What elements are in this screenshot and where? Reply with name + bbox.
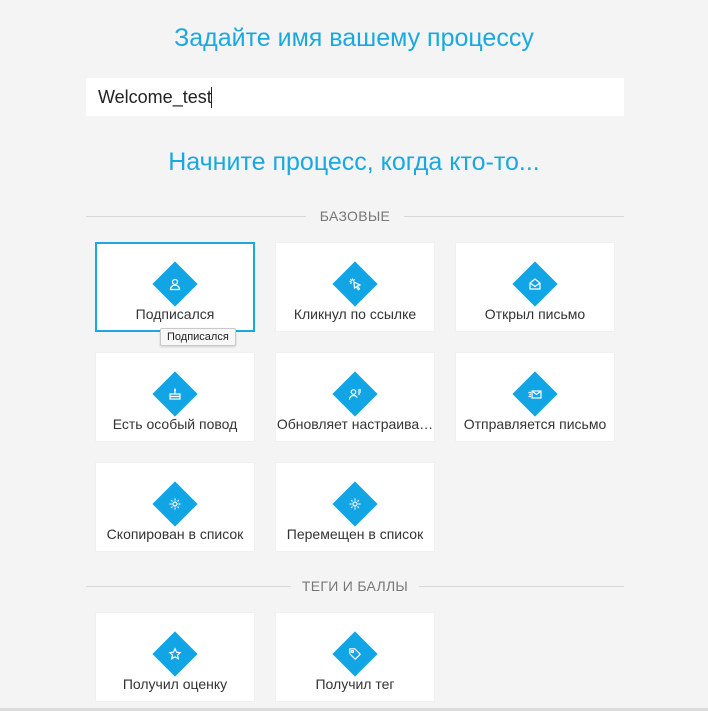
star-icon (96, 640, 254, 668)
trigger-card-link-click[interactable]: Кликнул по ссылке (275, 242, 435, 332)
trigger-label: Получил тег (315, 676, 395, 692)
trigger-label: Подписался (135, 306, 215, 322)
trigger-card-got-tag[interactable]: Получил тег (275, 612, 435, 702)
trigger-label: Есть особый повод (112, 416, 238, 432)
copy-gear-icon (96, 490, 254, 518)
trigger-card-copied-to-list[interactable]: Скопирован в список (95, 462, 255, 552)
trigger-label: Перемещен в список (286, 526, 424, 542)
user-edit-icon (276, 380, 434, 408)
trigger-card-email-sending[interactable]: Отправляется письмо (455, 352, 615, 442)
text-caret (211, 87, 212, 108)
section-header-tags: ТЕГИ И БАЛЛЫ (86, 578, 624, 594)
section-label-tags: ТЕГИ И БАЛЛЫ (301, 578, 409, 594)
start-process-heading: Начните процесс, когда кто-то... (168, 148, 540, 176)
trigger-card-special-occasion[interactable]: Есть особый повод (95, 352, 255, 442)
cursor-click-icon (276, 270, 434, 298)
trigger-card-got-score[interactable]: Получил оценку (95, 612, 255, 702)
trigger-label: Получил оценку (122, 676, 228, 692)
name-process-heading: Задайте имя вашему процессу (174, 24, 534, 52)
user-icon (97, 270, 253, 298)
section-label-basic: БАЗОВЫЕ (319, 208, 391, 224)
trigger-label: Скопирован в список (106, 526, 244, 542)
open-envelope-icon (456, 270, 614, 298)
send-envelope-icon (456, 380, 614, 408)
trigger-card-updates-settings[interactable]: Обновляет настраива… (275, 352, 435, 442)
process-name-input[interactable] (86, 78, 624, 116)
tooltip: Подписался (160, 328, 236, 346)
trigger-card-opened-email[interactable]: Открыл письмо (455, 242, 615, 332)
trigger-card-subscribed[interactable]: Подписался (95, 242, 255, 332)
trigger-card-moved-to-list[interactable]: Перемещен в список (275, 462, 435, 552)
trigger-label: Отправляется письмо (463, 416, 607, 432)
section-header-basic: БАЗОВЫЕ (86, 208, 624, 224)
cake-icon (96, 380, 254, 408)
move-gear-icon (276, 490, 434, 518)
trigger-label: Открыл письмо (484, 306, 586, 322)
tag-icon (276, 640, 434, 668)
trigger-label: Кликнул по ссылке (293, 306, 417, 322)
trigger-label: Обновляет настраива… (276, 416, 434, 432)
